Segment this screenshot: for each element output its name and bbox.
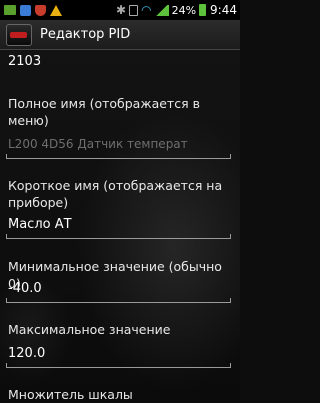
page-title: Редактор PID (40, 27, 131, 42)
min-value-field[interactable]: -40.0 (8, 281, 42, 296)
full-name-field-underline (6, 154, 231, 159)
full-name-field[interactable]: L200 4D56 Датчик температ (8, 137, 188, 151)
min-value-label: Минимальное значение (обычно 0) (8, 259, 222, 291)
scale-multiplier-label: Множитель шкалы (8, 387, 133, 402)
max-value-field[interactable]: 120.0 (8, 346, 45, 361)
short-name-label: Короткое имя (отображается на приборе) (8, 178, 223, 210)
min-value-field-underline (6, 298, 231, 303)
shield-icon (35, 4, 46, 16)
status-bar: ✱ ◠ 24% 9:44 (0, 0, 240, 20)
wifi-icon: ◠ (141, 3, 152, 17)
status-bar-left (0, 4, 62, 16)
top-field-value[interactable]: 2103 (8, 54, 41, 69)
app-notification-icon (20, 4, 31, 16)
status-bar-right: ✱ ◠ 24% 9:44 (113, 3, 240, 17)
max-value-field-underline (6, 363, 231, 368)
battery-icon (199, 4, 207, 16)
full-name-label: Полное имя (отображается в меню) (8, 96, 200, 128)
bluetooth-icon: ✱ (116, 3, 127, 17)
app-logo-icon[interactable] (6, 23, 32, 46)
warning-icon (50, 4, 62, 16)
short-name-field[interactable]: Масло АТ (8, 217, 72, 232)
short-name-field-underline (6, 234, 231, 239)
max-value-label: Максимальное значение (8, 322, 171, 337)
usb-icon (4, 5, 16, 15)
action-bar: Редактор PID (0, 20, 240, 50)
clock: 9:44 (210, 3, 237, 17)
battery-percent: 24% (171, 3, 197, 17)
vibrate-icon (129, 4, 139, 16)
signal-icon (154, 4, 169, 16)
